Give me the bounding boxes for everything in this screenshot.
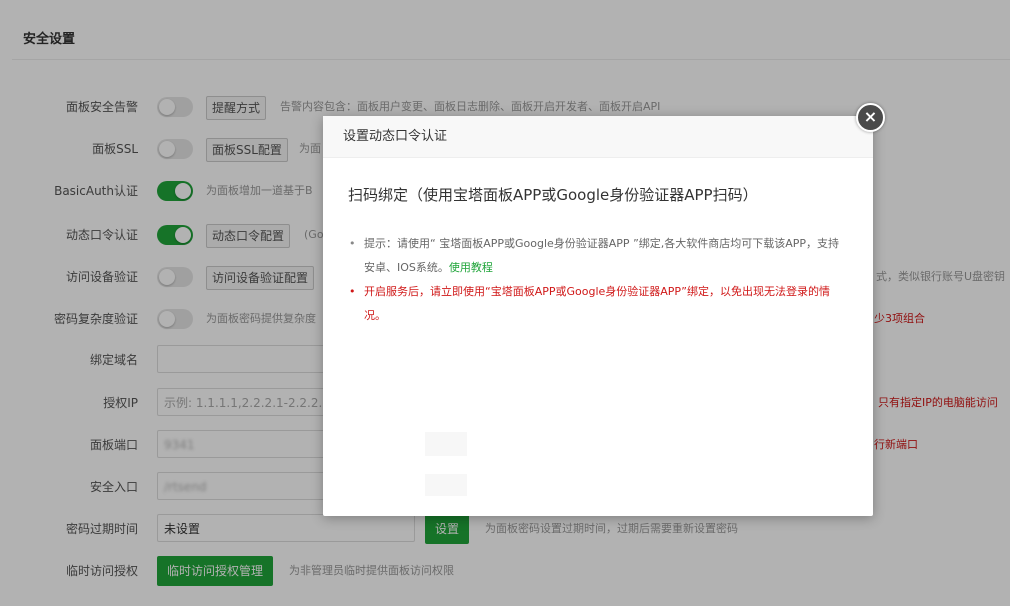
dialog-title: 设置动态口令认证 xyxy=(323,116,873,158)
tutorial-link[interactable]: 使用教程 xyxy=(449,261,493,274)
dialog-heading: 扫码绑定（使用宝塔面板APP或Google身份验证器APP扫码） xyxy=(348,186,758,204)
bullet-icon: • xyxy=(349,237,356,250)
tip-item: • 提示：请使用“ 宝塔面板APP或Google身份验证器APP ”绑定,各大软… xyxy=(348,232,848,280)
bullet-icon: • xyxy=(349,285,356,298)
tip-item-warning: • 开启服务后，请立即使用“宝塔面板APP或Google身份验证器APP”绑定，… xyxy=(348,280,848,328)
tip-text: 提示：请使用“ 宝塔面板APP或Google身份验证器APP ”绑定,各大软件商… xyxy=(364,237,840,274)
qr-code-placeholder xyxy=(425,474,467,496)
tip-text: 开启服务后，请立即使用“宝塔面板APP或Google身份验证器APP”绑定，以免… xyxy=(364,285,830,322)
qr-code-placeholder xyxy=(425,432,467,456)
close-icon[interactable]: × xyxy=(856,103,885,132)
dynamic-auth-dialog: 设置动态口令认证 扫码绑定（使用宝塔面板APP或Google身份验证器APP扫码… xyxy=(323,116,873,516)
dialog-tips: • 提示：请使用“ 宝塔面板APP或Google身份验证器APP ”绑定,各大软… xyxy=(348,232,848,328)
